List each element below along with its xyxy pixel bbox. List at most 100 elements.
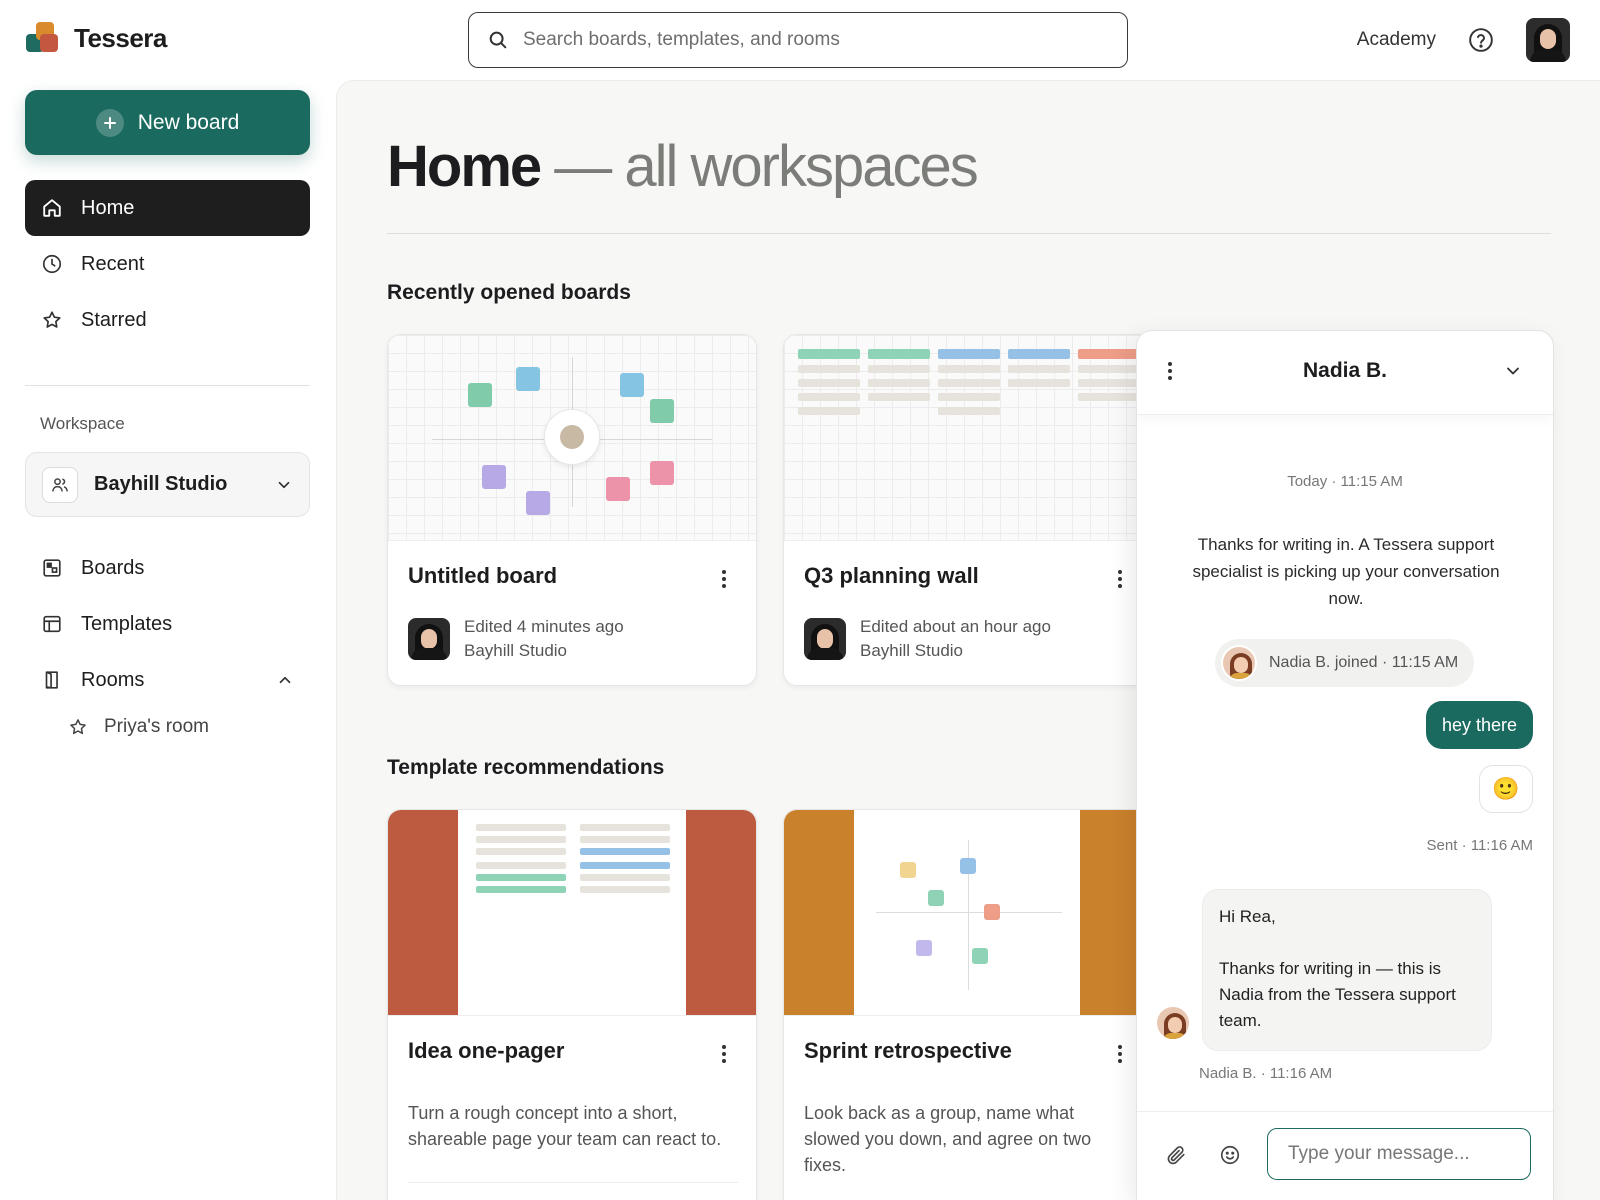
new-board-button[interactable]: New board: [25, 90, 310, 155]
sidebar: New board Home Recent Starred Workspace …: [0, 80, 336, 1200]
kebab-menu-icon: [1118, 570, 1122, 588]
board-thumbnail: [784, 335, 1152, 541]
title-divider: [387, 233, 1551, 234]
sidebar-item-label: Boards: [81, 556, 145, 579]
card-divider: [408, 1182, 738, 1183]
chevron-down-icon: [1507, 367, 1519, 375]
chat-agent-name: Nadia B.: [1302, 359, 1388, 382]
template-thumbnail: [388, 810, 756, 1016]
sidebar-item-boards[interactable]: Boards: [25, 540, 310, 596]
board-card-untitled[interactable]: Untitled board Edited 4 minutes ago Bayh…: [387, 334, 757, 686]
board-menu-button[interactable]: [712, 567, 736, 591]
search-bar[interactable]: [468, 12, 1128, 68]
agent-message-meta: Nadia B. · 11:16 AM: [1199, 1065, 1333, 1082]
top-right-actions: Academy: [1357, 18, 1570, 62]
new-board-label: New board: [137, 110, 240, 134]
agent-avatar: [1221, 645, 1257, 681]
board-thumbnail: [388, 335, 756, 541]
chat-composer: [1137, 1111, 1553, 1200]
page-title-primary: Home: [387, 134, 542, 199]
chat-minimize-button[interactable]: [1503, 361, 1523, 386]
room-item-priya[interactable]: Priya's room: [68, 707, 209, 747]
agent-joined-text: Nadia B. joined · 11:15 AM: [1269, 654, 1459, 671]
chevron-down-icon: [278, 481, 290, 488]
user-emoji-bubble: 🙂: [1479, 765, 1533, 813]
board-meta: Edited 4 minutes ago Bayhill Studio: [408, 615, 624, 663]
template-recommendations-heading: Template recommendations: [387, 756, 665, 779]
owner-avatar: [408, 618, 450, 660]
template-menu-button[interactable]: [1108, 1042, 1132, 1066]
paperclip-icon: [1167, 1146, 1185, 1165]
tessera-logo-icon: [26, 22, 62, 54]
sidebar-item-rooms[interactable]: Rooms: [25, 652, 310, 708]
board-meta: Edited about an hour ago Bayhill Studio: [804, 615, 1051, 663]
page-title: Home — all workspaces: [387, 133, 979, 200]
home-icon: [43, 199, 61, 217]
agent-avatar: [1155, 1005, 1191, 1041]
chat-day-timestamp: Today · 11:15 AM: [1287, 473, 1403, 490]
star-icon: [43, 311, 61, 328]
template-description: Turn a rough concept into a short, share…: [408, 1103, 722, 1149]
kebab-menu-icon: [722, 570, 726, 588]
message-sent-status: Sent · 11:16 AM: [1426, 837, 1533, 854]
agent-joined-notice: Nadia B. joined · 11:15 AM: [1215, 639, 1475, 687]
sidebar-item-starred[interactable]: Starred: [25, 292, 310, 348]
workspace-selector[interactable]: Bayhill Studio: [25, 452, 310, 517]
top-bar: Tessera Academy: [0, 0, 1600, 80]
attach-button[interactable]: [1165, 1144, 1187, 1171]
sidebar-item-home[interactable]: Home: [25, 180, 310, 236]
brand-name: Tessera: [74, 22, 167, 53]
recent-boards-heading: Recently opened boards: [387, 281, 631, 304]
search-input[interactable]: [523, 29, 1083, 51]
plus-icon: [95, 108, 124, 137]
boards-icon: [43, 559, 61, 577]
template-card-idea-one-pager[interactable]: Idea one-pager Turn a rough concept into…: [387, 809, 757, 1200]
template-menu-button[interactable]: [712, 1042, 736, 1066]
sidebar-divider: [25, 385, 310, 386]
sidebar-item-templates[interactable]: Templates: [25, 596, 310, 652]
team-icon: [42, 466, 78, 503]
agent-message-text: Thanks for writing in — this is Nadia fr…: [1219, 959, 1456, 1030]
board-edited-time: Edited 4 minutes ago: [464, 617, 624, 636]
chevron-up-icon[interactable]: [276, 671, 294, 689]
board-card-q3-planning[interactable]: Q3 planning wall Edited about an hour ag…: [783, 334, 1153, 686]
user-avatar[interactable]: [1526, 18, 1570, 62]
sidebar-item-label: Templates: [81, 612, 173, 635]
primary-nav: Home Recent Starred: [25, 180, 310, 348]
template-card-sprint-retrospective[interactable]: Sprint retrospective Look back as a grou…: [783, 809, 1153, 1200]
brand[interactable]: Tessera: [26, 22, 167, 54]
board-title: Untitled board: [408, 563, 558, 588]
template-accent-band: [686, 810, 756, 1015]
academy-link[interactable]: Academy: [1357, 29, 1436, 51]
rooms-icon: [45, 671, 58, 689]
agent-message-bubble: Hi Rea, Thanks for writing in — this is …: [1202, 889, 1492, 1051]
template-accent-band: [784, 810, 854, 1015]
board-workspace: Bayhill Studio: [464, 641, 568, 660]
template-accent-band: [388, 810, 458, 1015]
owner-avatar: [804, 618, 846, 660]
page-title-secondary: — all workspaces: [554, 134, 978, 199]
chat-message-input[interactable]: [1267, 1128, 1531, 1180]
template-title: Idea one-pager: [408, 1038, 565, 1063]
template-title: Sprint retrospective: [804, 1038, 1012, 1063]
sidebar-item-label: Starred: [81, 308, 147, 331]
clock-icon: [42, 254, 62, 274]
templates-icon: [43, 615, 61, 633]
support-chat-panel: Nadia B. Today · 11:15 AM Thanks for wri…: [1136, 330, 1554, 1200]
sidebar-item-label: Home: [81, 196, 135, 219]
board-menu-button[interactable]: [1108, 567, 1132, 591]
user-message-bubble: hey there: [1425, 701, 1533, 749]
chat-header: Nadia B.: [1137, 331, 1553, 415]
board-workspace: Bayhill Studio: [860, 641, 964, 660]
sidebar-item-recent[interactable]: Recent: [25, 236, 310, 292]
help-icon: [1469, 28, 1493, 52]
star-icon: [70, 719, 86, 735]
sidebar-item-label: Recent: [81, 252, 145, 275]
app-root: Tessera Academy New board Ho: [0, 0, 1600, 1200]
room-label: Priya's room: [104, 716, 209, 737]
template-description: Look back as a group, name what slowed y…: [804, 1103, 1092, 1175]
board-title: Q3 planning wall: [804, 563, 979, 588]
sidebar-item-label: Rooms: [81, 668, 145, 691]
emoji-button[interactable]: [1219, 1144, 1241, 1171]
help-button[interactable]: [1466, 25, 1496, 55]
